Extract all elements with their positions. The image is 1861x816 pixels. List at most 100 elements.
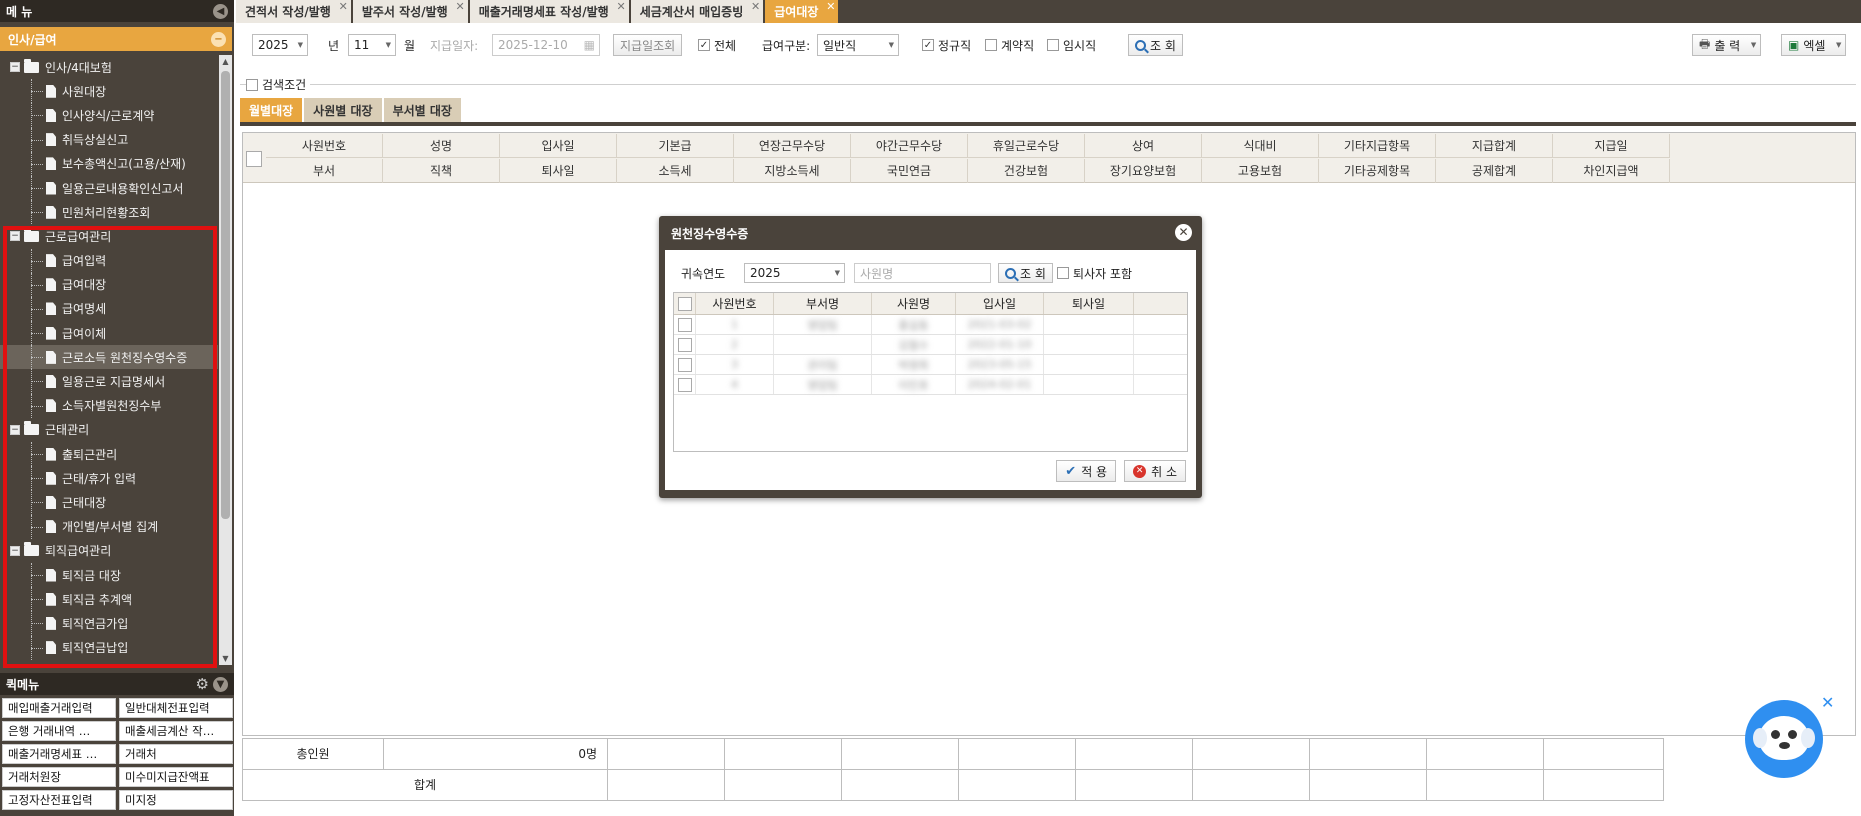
column-header[interactable]: 지급일 <box>1553 134 1670 157</box>
gear-icon[interactable]: ⚙ <box>196 675 209 693</box>
row-checkbox-cell[interactable] <box>674 315 696 334</box>
column-header[interactable]: 장기요양보험 <box>1085 159 1202 183</box>
close-tab-icon[interactable]: ✕ <box>339 0 348 13</box>
column-header[interactable]: 상여 <box>1085 134 1202 157</box>
apply-button[interactable]: ✔ 적 용 <box>1056 460 1117 482</box>
dialog-year-select[interactable]: 2025 <box>744 263 845 283</box>
include-retired-checkbox[interactable] <box>1057 267 1069 279</box>
employee-column-header[interactable]: 사원명 <box>872 293 956 314</box>
column-header[interactable]: 기타지급항목 <box>1319 134 1436 157</box>
print-dropdown-icon[interactable]: ▼ <box>1751 41 1756 49</box>
column-header[interactable]: 차인지급액 <box>1553 159 1670 183</box>
column-header[interactable]: 지방소득세 <box>734 159 851 183</box>
section-header[interactable]: 인사/급여 − <box>0 27 232 51</box>
employee-column-header[interactable]: 사원번호 <box>696 293 774 314</box>
tree-item[interactable]: 민원처리현황조회 <box>0 200 218 225</box>
year-select[interactable]: 2025 <box>252 34 308 56</box>
employee-row[interactable]: 3 관리팀 박영희 2023-05-15 <box>674 355 1187 375</box>
tree-item[interactable]: 근태대장 <box>0 490 218 515</box>
pay-date-search-button[interactable]: 지급일조회 <box>613 34 683 56</box>
quick-menu-item[interactable]: 거래처원장 <box>2 767 116 787</box>
scroll-down-icon[interactable]: ▼ <box>219 652 232 665</box>
excel-button[interactable]: ▣ 엑셀 ▼ <box>1781 34 1847 56</box>
row-checkbox[interactable] <box>677 317 692 332</box>
column-header[interactable]: 부서 <box>266 159 383 183</box>
tree-item[interactable]: 근로소득 원천징수영수증 <box>0 345 218 370</box>
tab-item[interactable]: 세금계산서 매입증빙 ✕ <box>630 0 764 23</box>
calendar-icon[interactable]: ▦ <box>584 38 595 52</box>
quick-menu-item[interactable]: 은행 거래내역 … <box>2 721 116 741</box>
tab-item[interactable]: 매출거래명세표 작성/발행 ✕ <box>469 0 629 23</box>
tree-item[interactable]: 근태/휴가 입력 <box>0 466 218 491</box>
tree-item[interactable]: 인사양식/근로계약 <box>0 103 218 128</box>
contract-checkbox[interactable] <box>985 39 997 51</box>
tree-item[interactable]: 일용근로 지급명세서 <box>0 369 218 394</box>
column-header[interactable]: 국민연금 <box>851 159 968 183</box>
tab-item[interactable]: 발주서 작성/발행 ✕ <box>352 0 468 23</box>
excel-dropdown-icon[interactable]: ▼ <box>1836 41 1841 49</box>
employee-column-header[interactable]: 입사일 <box>956 293 1044 314</box>
tree-item[interactable]: 급여입력 <box>0 248 218 273</box>
column-header[interactable]: 공제합계 <box>1436 159 1553 183</box>
tree-folder[interactable]: − 근로급여관리 <box>0 224 218 248</box>
row-checkbox-cell[interactable] <box>674 335 696 354</box>
quick-menu-item[interactable]: 매출거래명세표 … <box>2 744 116 764</box>
select-all-checkbox[interactable] <box>677 296 692 311</box>
tree-item[interactable]: 개인별/부서별 집계 <box>0 514 218 539</box>
tree-item[interactable]: 퇴직금 추계액 <box>0 587 218 612</box>
tree-item[interactable]: 퇴직연금가입 <box>0 611 218 636</box>
tree-item[interactable]: 급여대장 <box>0 272 218 298</box>
column-header[interactable]: 야간근무수당 <box>851 134 968 157</box>
chatbot-launcher[interactable] <box>1745 700 1823 778</box>
close-tab-icon[interactable]: ✕ <box>751 0 760 13</box>
employee-row[interactable]: 1 영업팀 홍길동 2021-03-02 <box>674 315 1187 335</box>
month-select[interactable]: 11 <box>348 34 396 56</box>
quick-menu-item[interactable]: 미수미지급잔액표 <box>119 767 233 787</box>
employee-row[interactable]: 4 영업팀 이민호 2024-02-01 <box>674 375 1187 395</box>
row-checkbox-cell[interactable] <box>674 355 696 374</box>
column-header[interactable]: 퇴사일 <box>500 159 617 183</box>
tree-folder[interactable]: − 퇴직급여관리 <box>0 539 218 563</box>
tree-folder[interactable]: − 근태관리 <box>0 418 218 442</box>
tree-item[interactable]: 급여이체 <box>0 321 218 346</box>
row-checkbox[interactable] <box>677 377 692 392</box>
column-header[interactable]: 기타공제항목 <box>1319 159 1436 183</box>
quick-menu-item[interactable]: 매입매출거래입력 <box>2 698 116 718</box>
employee-column-header[interactable]: 부서명 <box>774 293 872 314</box>
quick-menu-item[interactable]: 매출세금계산 작… <box>119 721 233 741</box>
print-button[interactable]: 🖶 출 력 ▼ <box>1692 34 1762 56</box>
column-header[interactable]: 사원번호 <box>266 134 383 157</box>
collapse-toggle-icon[interactable]: − <box>10 62 20 73</box>
collapse-toggle-icon[interactable]: − <box>10 424 20 435</box>
tree-folder[interactable]: − 인사/4대보험 <box>0 55 218 79</box>
employee-row[interactable]: 2 김철수 2022-01-10 <box>674 335 1187 355</box>
scroll-up-icon[interactable]: ▲ <box>219 55 232 68</box>
tree-item[interactable]: 보수총액신고(고용/산재) <box>0 151 218 177</box>
column-header[interactable]: 성명 <box>383 134 500 157</box>
row-checkbox-cell[interactable] <box>674 375 696 394</box>
employee-name-input[interactable]: 사원명 <box>854 263 991 283</box>
row-checkbox[interactable] <box>677 357 692 372</box>
close-icon[interactable]: ✕ <box>1175 224 1192 241</box>
close-tab-icon[interactable]: ✕ <box>826 0 835 13</box>
quick-menu-item[interactable]: 일반대체전표입력 <box>119 698 233 718</box>
dialog-search-button[interactable]: 조 회 <box>998 263 1053 283</box>
pay-type-select[interactable]: 일반직 <box>817 34 899 56</box>
column-header[interactable]: 직책 <box>383 159 500 183</box>
sub-tab[interactable]: 월별대장 <box>240 98 303 122</box>
collapse-sidebar-icon[interactable]: ◀ <box>213 3 228 19</box>
search-button[interactable]: 조 회 <box>1128 34 1183 56</box>
quick-menu-item[interactable]: 거래처 <box>119 744 233 764</box>
pay-date-input[interactable]: 2025-12-10 ▦ <box>492 34 600 56</box>
quick-menu-item[interactable]: 고정자산전표입력 <box>2 790 116 810</box>
tree-item[interactable]: 퇴직연금납입 <box>0 635 218 660</box>
minus-icon[interactable]: − <box>211 31 226 47</box>
column-header[interactable]: 고용보험 <box>1202 159 1319 183</box>
column-header[interactable]: 건강보험 <box>968 159 1085 183</box>
chatbot-close-icon[interactable]: ✕ <box>1821 693 1834 712</box>
column-header[interactable]: 지급합계 <box>1436 134 1553 157</box>
tab-item[interactable]: 견적서 작성/발행 ✕ <box>236 0 351 23</box>
column-header[interactable]: 휴일근로수당 <box>968 134 1085 157</box>
column-header[interactable]: 기본급 <box>617 134 734 157</box>
tree-item[interactable]: 출퇴근관리 <box>0 442 218 467</box>
